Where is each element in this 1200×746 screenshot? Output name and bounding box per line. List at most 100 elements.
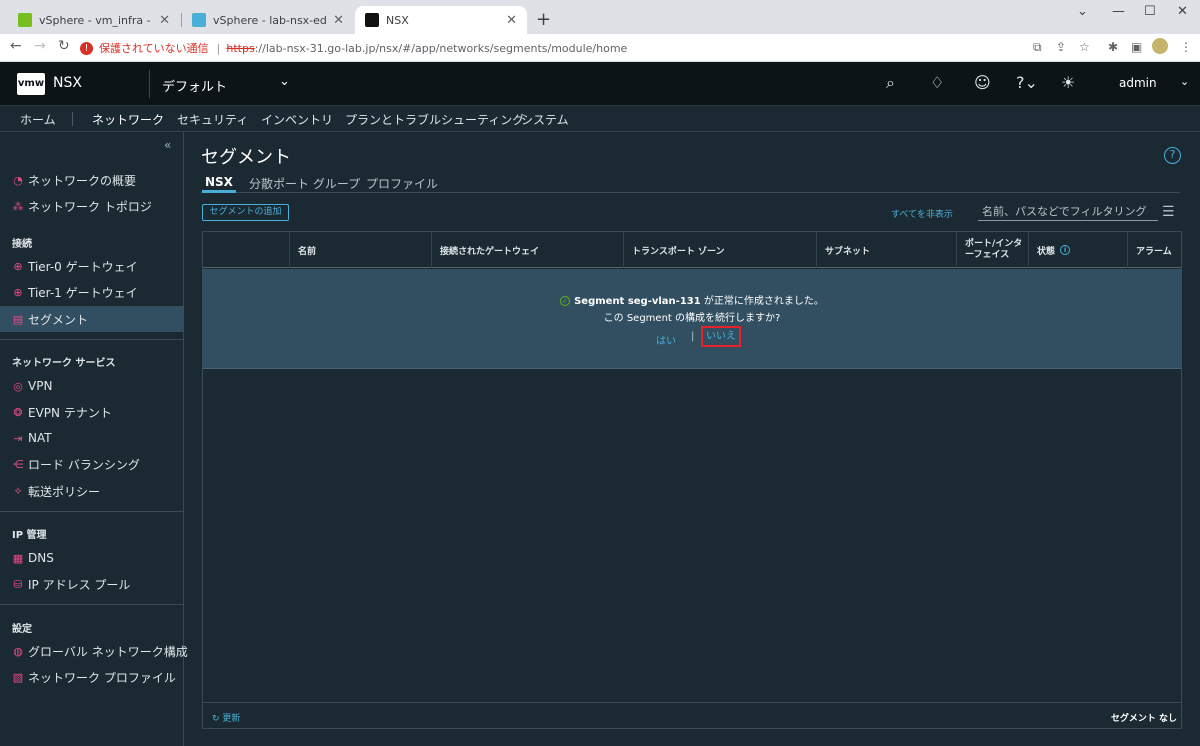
sidebar-item-network-overview[interactable]: ◔ ネットワークの概要 — [12, 170, 136, 190]
sidebar-item-dns[interactable]: ▦ DNS — [12, 548, 54, 568]
sidebar-item-evpn[interactable]: ❂ EVPN テナント — [12, 402, 111, 422]
chevron-down-icon[interactable]: ⌄ — [279, 74, 290, 89]
sidebar-item-global-network-config[interactable]: ◍ グローバル ネットワーク構成 — [12, 641, 188, 661]
reload-icon[interactable]: ↻ — [58, 38, 70, 54]
side-panel-icon[interactable]: ▣ — [1131, 40, 1142, 54]
close-icon[interactable]: ✕ — [333, 13, 344, 28]
sidebar-item-forwarding-policy[interactable]: ⟡ 転送ポリシー — [12, 481, 100, 501]
new-tab-icon[interactable]: + — [536, 9, 551, 30]
notification-bell-icon[interactable]: ♢ — [930, 73, 944, 92]
sidebar-item-network-profiles[interactable]: ▧ ネットワーク プロファイル — [12, 667, 176, 687]
browser-tabbar: vSphere - vm_infra - サマリ ✕ vSphere - lab… — [0, 0, 1200, 34]
page-title: セグメント — [201, 147, 291, 168]
no-button[interactable]: いいえ — [701, 326, 741, 347]
user-menu[interactable]: admin — [1119, 76, 1157, 90]
sidebar-divider — [0, 339, 184, 340]
share-icon[interactable]: ⇪ — [1056, 40, 1066, 54]
security-warning: 保護されていない通信 — [99, 42, 209, 55]
tenant-selector[interactable]: デフォルト — [162, 76, 227, 95]
hide-all-link[interactable]: すべてを非表示 — [891, 207, 953, 220]
datagrid-header: 名前 接続されたゲートウェイ トランスポート ゾーン サブネット ポート/インタ… — [203, 232, 1181, 268]
sidebar-item-tier1[interactable]: ⊕ Tier-1 ゲートウェイ — [12, 282, 137, 302]
column-header-ports[interactable]: ポート/インターフェイス — [956, 232, 1028, 268]
sidebar-item-segments[interactable]: ▤ セグメント — [12, 309, 88, 329]
feedback-smiley-icon[interactable]: ☺ — [974, 73, 991, 92]
refresh-icon: ↻ — [212, 714, 223, 724]
nsx-segments-window: vSphere - vm_infra - サマリ ✕ vSphere - lab… — [0, 0, 1200, 746]
sidebar-divider — [0, 511, 184, 512]
close-icon[interactable]: ✕ — [159, 13, 170, 28]
add-segment-button[interactable]: セグメントの追加 — [202, 204, 289, 221]
tab-distributed-port-groups[interactable]: 分散ポート グループ — [249, 175, 360, 192]
nav-networking[interactable]: ネットワーク — [89, 111, 167, 135]
nav-security[interactable]: セキュリティ — [177, 111, 248, 128]
column-header-status[interactable]: 状態 i — [1028, 232, 1127, 268]
vsphere-favicon-icon — [18, 13, 32, 27]
ip-pool-icon: ⛁ — [13, 577, 23, 591]
sidebar-item-load-balancing[interactable]: ⋲ ロード バランシング — [12, 454, 140, 474]
tab-search-icon[interactable]: ⌄ — [1077, 4, 1088, 19]
yes-button[interactable]: はい — [656, 332, 676, 347]
forward-icon[interactable]: → — [34, 38, 46, 54]
header-divider — [149, 70, 150, 98]
sidebar-item-network-topology[interactable]: ⁂ ネットワーク トポロジ — [12, 196, 152, 216]
chevron-down-icon[interactable]: ⌄ — [1180, 75, 1189, 88]
url-field[interactable]: ! 保護されていない通信 | https ://lab-nsx-31.go-la… — [80, 37, 627, 59]
help-icon[interactable]: ? — [1164, 147, 1181, 164]
segment-icon: ▤ — [12, 312, 24, 326]
tab-nsx[interactable]: NSX — [202, 175, 236, 193]
sidebar: « ◔ ネットワークの概要 ⁂ ネットワーク トポロジ 接続 ⊕ Tier-0 … — [0, 132, 188, 746]
load-balancer-icon: ⋲ — [12, 457, 24, 471]
more-menu-icon[interactable]: ⋮ — [1180, 40, 1192, 54]
nav-home[interactable]: ホーム — [20, 111, 56, 128]
column-header-gateway[interactable]: 接続されたゲートウェイ — [431, 232, 623, 268]
vpn-icon: ◎ — [13, 379, 23, 393]
nav-plan-troubleshoot[interactable]: プランとトラブルシューティング — [345, 111, 524, 128]
close-icon[interactable]: ✕ — [506, 13, 517, 28]
refresh-button[interactable]: ↻ 更新 — [212, 711, 240, 724]
sidebar-item-ip-pools[interactable]: ⛁ IP アドレス プール — [12, 574, 130, 594]
tab-title: NSX — [386, 13, 409, 27]
translate-icon[interactable]: ⧉ — [1033, 40, 1042, 55]
browser-tab-active[interactable]: NSX ✕ — [355, 6, 527, 34]
tab-profiles[interactable]: プロファイル — [366, 175, 438, 192]
forwarding-icon: ⟡ — [14, 484, 22, 497]
profile-avatar[interactable] — [1152, 38, 1168, 54]
sidebar-item-label: ロード バランシング — [28, 457, 140, 472]
tab-title: vSphere - vm_infra - サマリ — [39, 14, 153, 27]
nav-inventory[interactable]: インベントリ — [261, 111, 333, 128]
column-header-alarms[interactable]: アラーム — [1127, 232, 1181, 268]
sidebar-item-vpn[interactable]: ◎ VPN — [12, 376, 52, 396]
window-close-icon[interactable]: ✕ — [1177, 4, 1188, 19]
page-scrollbar[interactable] — [1190, 132, 1198, 746]
nsx-header: vmw NSX デフォルト ⌄ ⌕ ♢ ☺ ?⌄ ☀ admin ⌄ — [0, 62, 1200, 106]
column-header-name[interactable]: 名前 — [289, 232, 431, 268]
help-menu-icon[interactable]: ?⌄ — [1016, 73, 1038, 92]
filter-menu-icon[interactable]: ☰ — [1162, 204, 1175, 220]
maximize-icon[interactable]: ☐ — [1144, 4, 1156, 19]
search-icon[interactable]: ⌕ — [886, 73, 895, 93]
sidebar-item-tier0[interactable]: ⊕ Tier-0 ゲートウェイ — [12, 256, 138, 276]
nav-system[interactable]: システム — [521, 111, 569, 128]
back-icon[interactable]: ← — [10, 38, 22, 54]
column-header-subnet[interactable]: サブネット — [816, 232, 956, 268]
extensions-icon[interactable]: ✱ — [1108, 40, 1118, 54]
browser-tab[interactable]: vSphere - lab-nsx-edge-31 - サマ ✕ — [182, 6, 354, 34]
sidebar-item-label: DNS — [28, 551, 54, 565]
dns-icon: ▦ — [12, 551, 24, 565]
filter-input[interactable]: 名前、パスなどでフィルタリング — [978, 203, 1158, 221]
created-suffix: が正常に作成されました。 — [700, 296, 824, 307]
minimize-icon[interactable]: — — [1112, 4, 1125, 19]
info-icon[interactable]: i — [1060, 245, 1071, 255]
collapse-sidebar-icon[interactable]: « — [164, 138, 171, 152]
sidebar-item-label: セグメント — [28, 312, 89, 327]
theme-sun-icon[interactable]: ☀ — [1061, 73, 1075, 92]
sidebar-item-label: Tier-0 ゲートウェイ — [28, 259, 138, 274]
bookmark-star-icon[interactable]: ☆ — [1079, 40, 1090, 54]
column-header-transport-zone[interactable]: トランスポート ゾーン — [623, 232, 816, 268]
sidebar-item-nat[interactable]: ⇥ NAT — [12, 428, 51, 448]
nat-icon: ⇥ — [13, 431, 23, 445]
vmware-logo: vmw — [17, 73, 45, 95]
gateway-icon: ⊕ — [13, 285, 23, 299]
browser-tab[interactable]: vSphere - vm_infra - サマリ ✕ — [8, 6, 180, 34]
